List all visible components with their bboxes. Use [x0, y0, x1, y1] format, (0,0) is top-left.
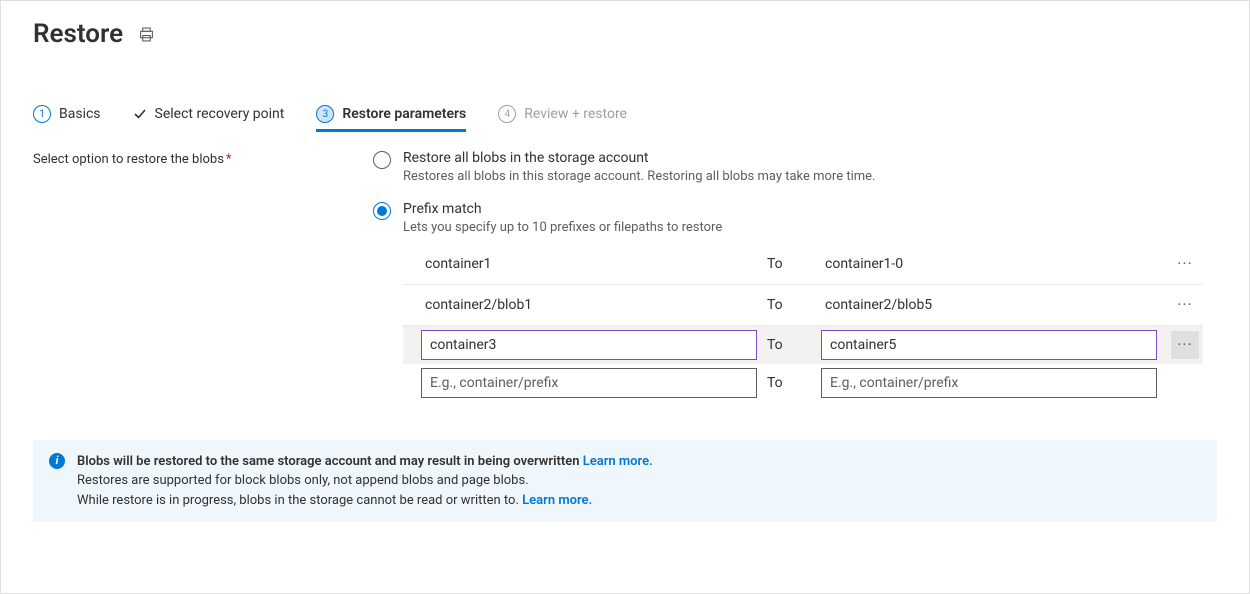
row-more-button[interactable]: ···: [1171, 250, 1199, 278]
prefix-from-input[interactable]: [421, 330, 757, 360]
prefix-to-value: container1-0: [821, 250, 1157, 278]
more-icon: ···: [1177, 337, 1193, 353]
tab-label: Basics: [59, 106, 101, 122]
option-prefix-match[interactable]: Prefix match Lets you specify up to 10 p…: [373, 201, 1203, 404]
form-side-label: Select option to restore the blobs*: [33, 150, 333, 404]
radio-restore-all[interactable]: [373, 151, 391, 169]
prefix-from-input[interactable]: [421, 368, 757, 398]
learn-more-link[interactable]: Learn more.: [522, 493, 592, 508]
tab-basics[interactable]: 1 Basics: [33, 105, 101, 132]
learn-more-link[interactable]: Learn more.: [583, 454, 653, 469]
prefix-row-editing: To ···: [403, 326, 1203, 364]
tab-label: Restore parameters: [342, 106, 466, 122]
to-label: To: [765, 337, 813, 353]
row-more-button[interactable]: ···: [1171, 331, 1199, 359]
option-description: Restores all blobs in this storage accou…: [403, 168, 963, 187]
prefix-to-value: container2/blob5: [821, 291, 1157, 319]
prefix-row: container2/blob1 To container2/blob5 ···: [403, 285, 1203, 326]
check-icon: [133, 107, 147, 121]
prefix-from-value: container2/blob1: [421, 291, 757, 319]
step-number-badge: 4: [498, 105, 516, 123]
prefix-from-value: container1: [421, 250, 757, 278]
option-description: Lets you specify up to 10 prefixes or fi…: [403, 219, 963, 238]
prefix-row: container1 To container1-0 ···: [403, 244, 1203, 285]
step-number-badge: 3: [316, 105, 334, 123]
print-icon[interactable]: [139, 27, 154, 42]
wizard-tabs: 1 Basics Select recovery point 3 Restore…: [1, 57, 1249, 132]
info-box: i Blobs will be restored to the same sto…: [33, 440, 1217, 523]
option-title: Restore all blobs in the storage account: [403, 150, 1203, 166]
info-icon: i: [49, 453, 65, 469]
radio-prefix-match[interactable]: [373, 202, 391, 220]
prefix-row-empty: To: [403, 364, 1203, 404]
prefix-to-input[interactable]: [821, 330, 1157, 360]
more-icon: ···: [1177, 256, 1193, 272]
to-label: To: [765, 375, 813, 391]
required-asterisk: *: [226, 152, 232, 167]
prefix-to-input[interactable]: [821, 368, 1157, 398]
option-restore-all[interactable]: Restore all blobs in the storage account…: [373, 150, 1203, 187]
to-label: To: [765, 297, 813, 313]
option-title: Prefix match: [403, 201, 1203, 217]
tab-restore-parameters[interactable]: 3 Restore parameters: [316, 105, 466, 132]
tab-select-recovery-point[interactable]: Select recovery point: [133, 106, 285, 131]
to-label: To: [765, 256, 813, 272]
step-number-badge: 1: [33, 105, 51, 123]
prefix-rows: container1 To container1-0 ··· container…: [403, 244, 1203, 404]
tab-label: Review + restore: [524, 106, 627, 122]
page-title: Restore: [33, 19, 123, 49]
more-icon: ···: [1177, 297, 1193, 313]
row-more-button[interactable]: ···: [1171, 291, 1199, 319]
tab-label: Select recovery point: [155, 106, 285, 122]
tab-review-restore[interactable]: 4 Review + restore: [498, 105, 627, 132]
info-text: Blobs will be restored to the same stora…: [77, 452, 653, 511]
